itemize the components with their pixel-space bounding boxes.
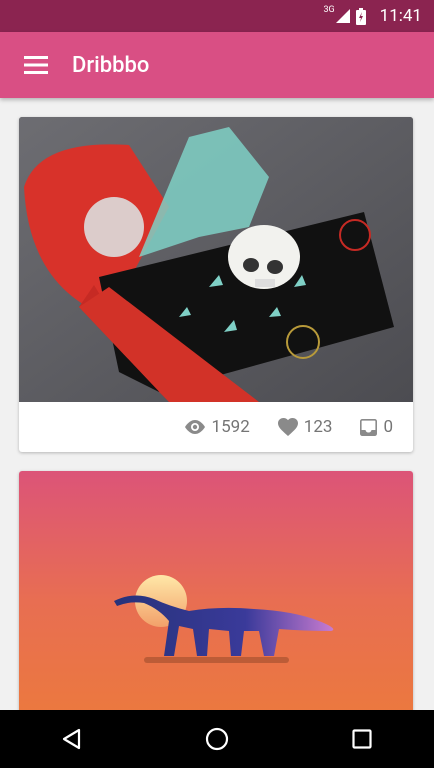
app-title: Dribbbo xyxy=(72,52,150,78)
recents-square-icon xyxy=(352,729,372,749)
likes-count: 123 xyxy=(303,417,333,437)
home-circle-icon xyxy=(205,727,229,751)
heart-icon xyxy=(277,418,298,436)
battery-icon xyxy=(355,7,366,25)
shot-image[interactable] xyxy=(19,117,413,402)
clock: 11:41 xyxy=(379,6,422,26)
comments-stat[interactable]: 0 xyxy=(360,417,393,437)
comments-count: 0 xyxy=(383,417,393,437)
network-type-label: 3G xyxy=(323,5,335,15)
views-stat: 1592 xyxy=(184,417,250,437)
app-bar: Dribbbo xyxy=(0,32,434,98)
hamburger-menu-icon xyxy=(24,56,48,74)
shot-card[interactable]: 1592 123 0 xyxy=(19,117,413,452)
menu-button[interactable] xyxy=(6,32,66,98)
inbox-icon xyxy=(360,418,378,436)
eye-icon xyxy=(184,420,205,434)
back-button[interactable] xyxy=(42,710,102,768)
views-count: 1592 xyxy=(211,417,250,437)
system-nav-bar xyxy=(0,710,434,768)
network-signal-icon: 3G xyxy=(323,5,350,23)
likes-stat[interactable]: 123 xyxy=(277,417,333,437)
shot-image[interactable] xyxy=(19,471,413,731)
back-triangle-icon xyxy=(63,728,81,750)
status-bar: 3G 11:41 xyxy=(0,0,434,32)
shot-stats: 1592 123 0 xyxy=(19,402,413,452)
recents-button[interactable] xyxy=(332,710,392,768)
shot-card[interactable] xyxy=(19,471,413,731)
home-button[interactable] xyxy=(187,710,247,768)
